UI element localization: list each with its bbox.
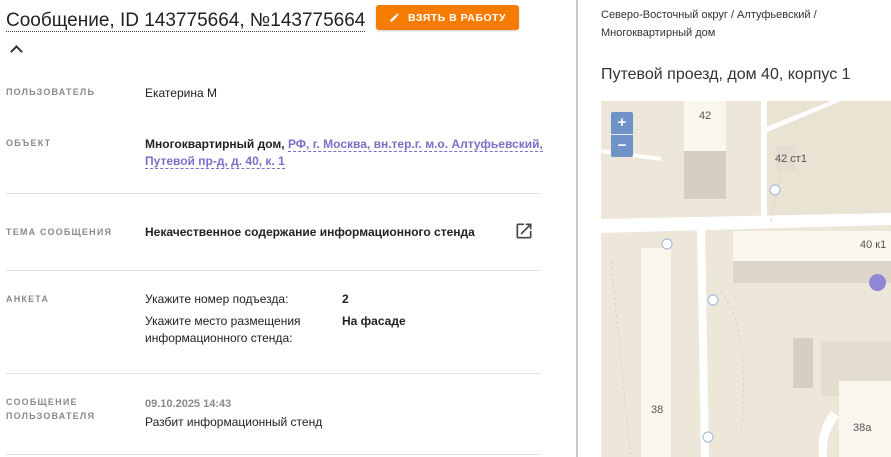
zoom-in-button[interactable]: + — [611, 112, 633, 134]
pencil-icon — [390, 13, 399, 22]
breadcrumb-line1: Северо-Восточный округ / Алтуфьевский / — [601, 9, 817, 21]
object-type: Многоквартирный дом, — [145, 137, 285, 151]
zoom-control: + − — [611, 112, 633, 157]
message-date: 09.10.2025 14:43 — [145, 398, 232, 410]
open-external-icon[interactable] — [514, 221, 534, 241]
page-title[interactable]: Сообщение, ID 143775664, №143775664 — [6, 6, 366, 64]
message-details-panel: Сообщение, ID 143775664, №143775664 ВЗЯТ… — [0, 0, 576, 457]
divider — [6, 454, 540, 455]
survey-question-1: Укажите номер подъезда: — [145, 292, 289, 306]
user-value: Екатерина М — [145, 86, 217, 100]
object-info-panel: Северо-Восточный округ / Алтуфьевский / … — [578, 0, 891, 457]
survey-question-2: Укажите место размещения информационного… — [145, 314, 301, 345]
topic-value: Некачественное содержание информационног… — [145, 225, 475, 239]
topic-label: ТЕМА СООБЩЕНИЯ — [6, 227, 113, 237]
take-to-work-button[interactable]: ВЗЯТЬ В РАБОТУ — [376, 5, 519, 30]
breadcrumb-line2: Многоквартирный дом — [601, 27, 716, 39]
divider — [6, 373, 540, 374]
object-address-link-line1[interactable]: РФ, г. Москва, вн.тер.г. м.о. Алтуфьевск… — [287, 137, 543, 152]
chevron-up-icon[interactable] — [10, 45, 23, 58]
user-message-label: СООБЩЕНИЕ ПОЛЬЗОВАТЕЛЯ — [6, 395, 95, 423]
address-title: Путевой проезд, дом 40, корпус 1 — [601, 66, 851, 83]
survey-answer-2: На фасаде — [342, 314, 406, 328]
take-to-work-label: ВЗЯТЬ В РАБОТУ — [407, 11, 506, 24]
map-label-40-k1: 40 к1 — [860, 239, 887, 251]
object-value: Многоквартирный дом, РФ, г. Москва, вн.т… — [145, 136, 545, 170]
map-label-42: 42 — [699, 110, 712, 122]
map-base — [601, 101, 891, 457]
object-label: ОБЪЕКТ — [6, 138, 52, 148]
title-text: Сообщение, ID 143775664, №143775664 — [6, 10, 366, 32]
map-label-38: 38 — [651, 404, 664, 416]
divider — [6, 270, 540, 271]
location-marker[interactable] — [869, 274, 886, 291]
map-label-42-st1: 42 ст1 — [775, 153, 807, 165]
survey-answer-1: 2 — [342, 292, 349, 306]
user-message-label-line2: ПОЛЬЗОВАТЕЛЯ — [6, 411, 96, 421]
message-text: Разбит информационный стенд — [145, 415, 323, 429]
survey-label: АНКЕТА — [6, 294, 50, 304]
map-label-38a: 38а — [853, 422, 872, 434]
breadcrumb: Северо-Восточный округ / Алтуфьевский / … — [601, 6, 881, 42]
map[interactable]: + − 42 42 ст1 40 к1 38 38а — [601, 101, 891, 457]
user-message-label-line1: СООБЩЕНИЕ — [6, 397, 78, 407]
zoom-out-button[interactable]: − — [611, 135, 633, 157]
divider — [6, 193, 540, 194]
object-address-link-line2[interactable]: Путевой пр-д, д. 40, к. 1 — [145, 154, 285, 169]
user-label: ПОЛЬЗОВАТЕЛЬ — [6, 87, 96, 97]
